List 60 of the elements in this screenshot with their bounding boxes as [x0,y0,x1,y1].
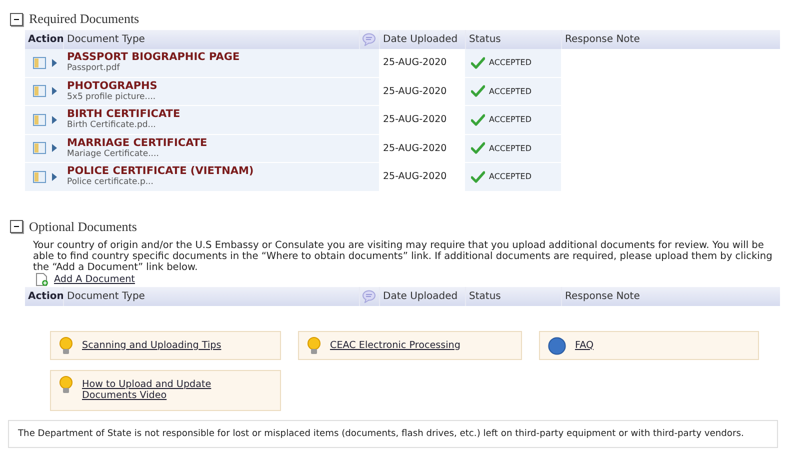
document-type: POLICE CERTIFICATE (VIETNAM) [67,165,255,177]
help-link[interactable]: Scanning and Uploading Tips [82,336,222,350]
date-uploaded: 25-AUG-2020 [379,134,465,162]
document-view-icon [33,56,46,69]
help-link[interactable]: FAQ [575,336,594,350]
disclaimer-text: The Department of State is not responsible for lost or misplaced items (documents, flash drives, etc.) left on third-party equipment or with third-party vendors. [8,420,778,448]
speech-bubble-icon [362,33,376,46]
document-type: PHOTOGRAPHS [67,80,158,92]
check-icon [471,170,485,183]
expand-arrow-icon [52,58,57,67]
column-header: Response Note [561,30,780,49]
light-bulb-icon [307,336,321,354]
column-header: Action [27,33,63,47]
speech-bubble-icon [362,290,376,302]
check-icon [471,142,485,154]
check-icon [471,114,485,126]
date-uploaded: 25-AUG-2020 [379,163,465,190]
status-text: ACCEPTED [489,86,532,96]
status-text: ACCEPTED [489,144,532,153]
document-view-icon [33,114,46,126]
file-name: 5x5 profile picture.... [67,92,157,102]
expand-arrow-icon [52,116,57,124]
collapse-toggle[interactable] [10,12,23,26]
status-text: ACCEPTED [489,172,532,182]
add-document-link[interactable]: Add A Document [54,274,135,285]
document-type: BIRTH CERTIFICATE [67,108,182,120]
add-document-icon [36,273,48,286]
file-name: Passport.pdf [67,63,121,74]
expand-arrow-icon [52,87,57,96]
help-link[interactable]: How to Upload and Update Documents Video [82,376,250,400]
column-header: Response Note [561,286,780,306]
check-icon [471,85,485,98]
column-header: Document Type [63,286,359,306]
date-uploaded: 25-AUG-2020 [379,106,465,134]
file-name: Birth Certificate.pd... [67,120,157,131]
document-type: MARRIAGE CERTIFICATE [67,136,208,148]
column-header: Status [465,286,561,306]
date-uploaded: 25-AUG-2020 [379,49,465,76]
file-name: Mariage Certificate.... [67,148,160,160]
help-link[interactable]: CEAC Electronic Processing [330,336,460,350]
document-type: PASSPORT BIOGRAPHIC PAGE [67,51,241,63]
document-view-icon [33,170,46,183]
description-text: Your country of origin and/or the U.S Embassy or Consulate you are visiting may require that you upload additional documents for review. You will be able to find country specific documents in the “Where to obtain documents” link. If additional documents are required, please upload them by clicking the “Add a Document” link below. [33,240,774,272]
date-uploaded: 25-AUG-2020 [379,78,465,105]
collapse-toggle[interactable] [10,220,23,233]
light-bulb-icon [59,336,73,354]
column-header: Date Uploaded [379,286,465,306]
section-title: Optional Documents [29,218,137,234]
expand-arrow-icon [52,172,57,181]
column-header: Action [27,290,63,304]
check-icon [471,56,485,69]
expand-arrow-icon [52,144,57,152]
document-view-icon [33,85,46,98]
light-bulb-icon [59,376,73,394]
document-view-icon [33,142,46,154]
file-name: Police certificate.p... [67,177,154,188]
section-title: Required Documents [29,11,140,27]
status-text: ACCEPTED [489,115,532,124]
help-icon [548,336,566,354]
status-text: ACCEPTED [489,58,532,68]
